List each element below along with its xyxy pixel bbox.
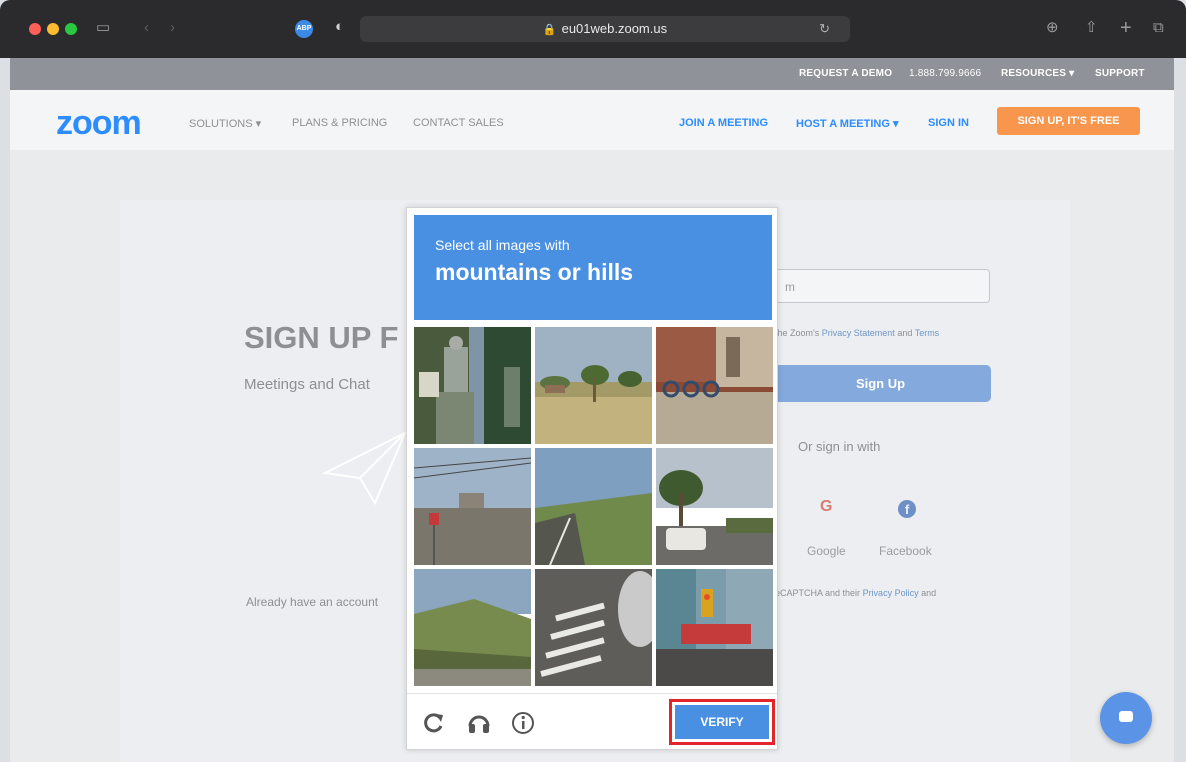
share-icon[interactable]: ⇧	[1085, 15, 1098, 41]
recaptcha-challenge: Select all images with mountains or hill…	[406, 207, 778, 750]
zoom-logo[interactable]: zoom	[56, 104, 142, 143]
already-have-account-text: Already have an account	[246, 595, 379, 609]
captcha-target: mountains or hills	[435, 259, 634, 285]
solutions-menu[interactable]: SOLUTIONS ▾	[189, 117, 261, 130]
captcha-tile-road-signs[interactable]	[414, 448, 531, 565]
sign-up-button[interactable]: Sign Up	[770, 365, 991, 402]
tab-overview-icon[interactable]: ⧉	[1153, 15, 1164, 41]
host-meeting-menu[interactable]: HOST A MEETING ▾	[796, 117, 899, 130]
captcha-instruction: Select all images with	[435, 237, 570, 253]
close-window-button[interactable]	[29, 23, 41, 35]
captcha-header: Select all images with mountains or hill…	[414, 215, 772, 320]
captcha-tile-bikes[interactable]	[656, 327, 773, 444]
captcha-tile-palm-trees[interactable]	[535, 327, 652, 444]
new-tab-icon[interactable]: +	[1120, 15, 1132, 41]
signup-heading: SIGN UP F	[244, 320, 399, 355]
join-meeting-link[interactable]: JOIN A MEETING	[679, 117, 768, 129]
reload-challenge-icon[interactable]	[420, 710, 446, 736]
zoom-window-button[interactable]	[65, 23, 77, 35]
sign-in-link[interactable]: SIGN IN	[928, 117, 969, 129]
minimize-window-button[interactable]	[47, 23, 59, 35]
facebook-icon[interactable]: f	[898, 500, 916, 518]
phone-link[interactable]: 1.888.799.9666	[909, 68, 981, 79]
recaptcha-prefix: eCAPTCHA and their	[775, 588, 861, 598]
main-nav: zoom SOLUTIONS ▾ PLANS & PRICING CONTACT…	[10, 90, 1174, 150]
email-field[interactable]: m	[770, 269, 990, 303]
terms-prefix: the Zoom's	[775, 328, 820, 338]
forward-icon[interactable]: ›	[170, 15, 175, 41]
sidebar-icon[interactable]: ▭	[96, 15, 110, 41]
privacy-statement-link[interactable]: Privacy Statement	[822, 328, 895, 338]
google-icon[interactable]: G	[820, 498, 832, 516]
audio-challenge-icon[interactable]	[466, 710, 492, 736]
plans-pricing-link[interactable]: PLANS & PRICING	[292, 117, 387, 129]
chat-icon	[1119, 711, 1133, 722]
terms-and: and	[897, 328, 913, 338]
recaptcha-text: eCAPTCHA and their Privacy Policy and	[775, 588, 936, 598]
privacy-policy-link[interactable]: Privacy Policy	[863, 588, 919, 598]
chat-button[interactable]	[1100, 692, 1152, 744]
captcha-image-grid	[414, 327, 773, 687]
captcha-tile-statue[interactable]	[414, 327, 531, 444]
support-link[interactable]: SUPPORT	[1095, 68, 1145, 79]
info-icon[interactable]	[510, 710, 536, 736]
verify-button[interactable]: VERIFY	[675, 705, 769, 739]
captcha-tile-van-street[interactable]	[656, 448, 773, 565]
address-bar[interactable]: 🔒 eu01web.zoom.us ↻	[360, 16, 850, 42]
terms-link[interactable]: Terms	[915, 328, 940, 338]
paper-plane-icon	[321, 430, 407, 506]
or-sign-in-label: Or sign in with	[798, 439, 881, 454]
reload-icon[interactable]: ↻	[819, 16, 830, 42]
sign-up-free-button[interactable]: SIGN UP, IT'S FREE	[997, 107, 1140, 135]
url-text: eu01web.zoom.us	[561, 21, 668, 36]
shield-icon[interactable]: ◐	[335, 18, 344, 35]
captcha-tile-traffic-light[interactable]	[656, 569, 773, 686]
captcha-tile-green-hill[interactable]	[414, 569, 531, 686]
download-icon[interactable]: ⊕	[1046, 15, 1059, 41]
back-icon[interactable]: ‹	[144, 15, 149, 41]
google-label[interactable]: Google	[807, 544, 846, 558]
terms-text: the Zoom's Privacy Statement and Terms	[775, 328, 939, 338]
captcha-tile-crosswalk[interactable]	[535, 569, 652, 686]
request-demo-link[interactable]: REQUEST A DEMO	[799, 68, 892, 79]
utility-bar: REQUEST A DEMO 1.888.799.9666 RESOURCES …	[10, 58, 1174, 90]
resources-menu[interactable]: RESOURCES ▾	[1001, 68, 1074, 79]
signup-subheading: Meetings and Chat	[244, 376, 370, 393]
browser-titlebar: ▭ ‹ › ABP ◐ 🔒 eu01web.zoom.us ↻ ⊕ ⇧ + ⧉	[0, 0, 1186, 58]
facebook-label[interactable]: Facebook	[879, 544, 932, 558]
captcha-tile-grassy-hill[interactable]	[535, 448, 652, 565]
contact-sales-link[interactable]: CONTACT SALES	[413, 117, 504, 129]
verify-highlight: VERIFY	[669, 699, 775, 745]
adblock-icon[interactable]: ABP	[295, 20, 313, 38]
lock-icon: 🔒	[542, 24, 557, 36]
recaptcha-and: and	[921, 588, 937, 598]
